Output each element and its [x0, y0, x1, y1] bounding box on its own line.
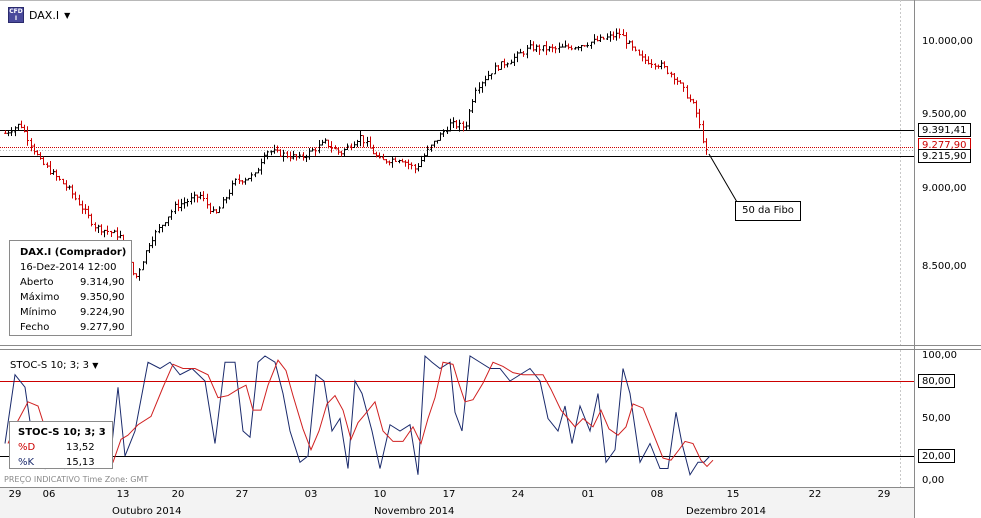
- stoc-level-label: 20,00: [918, 449, 955, 463]
- month-label: Dezembro 2014: [686, 506, 766, 517]
- day-label: 15: [726, 489, 740, 500]
- month-label: Outubro 2014: [112, 506, 182, 517]
- price-axis-label: 9.000,00: [922, 183, 967, 194]
- stoc-d-line: [7, 359, 714, 468]
- fibo-annotation[interactable]: 50 da Fibo: [735, 201, 801, 221]
- day-label: 13: [116, 489, 130, 500]
- chevron-down-icon[interactable]: ▼: [92, 361, 98, 370]
- footer-note: PREÇO INDICATIVO Time Zone: GMT: [4, 475, 149, 484]
- stoc-title: STOC-S 10; 3; 3: [10, 360, 89, 371]
- price-axis-label: 9.500,00: [922, 109, 967, 120]
- day-label: 06: [42, 489, 56, 500]
- stoc-d-row: %D 13,52: [18, 442, 95, 453]
- price-level-label: 9.391,41: [918, 123, 971, 137]
- day-label: 03: [304, 489, 318, 500]
- info-title: DAX.I (Comprador): [20, 247, 127, 258]
- stoc-box-title: STOC-S 10; 3; 3: [18, 427, 106, 438]
- stoc-k-row: %K 15,13: [18, 457, 95, 468]
- info-row: Fecho 9.277,90: [20, 322, 125, 333]
- month-label: Novembro 2014: [374, 506, 455, 517]
- price-level-label: 9.215,90: [918, 149, 971, 163]
- price-axis-label: 8.500,00: [922, 261, 967, 272]
- day-label: 20: [171, 489, 185, 500]
- day-label: 29: [877, 489, 891, 500]
- info-datetime: 16-Dez-2014 12:00: [20, 262, 117, 273]
- day-label: 17: [442, 489, 456, 500]
- ohlc-info-box: DAX.I (Comprador) 16-Dez-2014 12:00 Aber…: [9, 240, 132, 336]
- day-label: 08: [650, 489, 664, 500]
- stoc-info-box: STOC-S 10; 3; 3 %D 13,52 %K 15,13: [9, 421, 113, 469]
- day-label: 29: [8, 489, 22, 500]
- day-label: 22: [808, 489, 822, 500]
- day-label: 27: [235, 489, 249, 500]
- chart-canvas[interactable]: [0, 0, 981, 518]
- stoc-level-label: 80,00: [918, 374, 955, 388]
- day-label: 01: [581, 489, 595, 500]
- day-label: 10: [373, 489, 387, 500]
- stoc-indicator-selector[interactable]: STOC-S 10; 3; 3 ▼: [10, 360, 98, 371]
- price-axis-label: 10.000,00: [922, 36, 973, 47]
- stoc-axis-label: 50,00: [922, 413, 951, 424]
- info-row: Aberto 9.314,90: [20, 277, 125, 288]
- day-label: 24: [511, 489, 525, 500]
- stoc-axis-label: 0,00: [922, 475, 945, 486]
- stoc-axis-label: 100,00: [922, 350, 957, 361]
- info-row: Máximo 9.350,90: [20, 292, 125, 303]
- info-row: Mínimo 9.224,90: [20, 307, 125, 318]
